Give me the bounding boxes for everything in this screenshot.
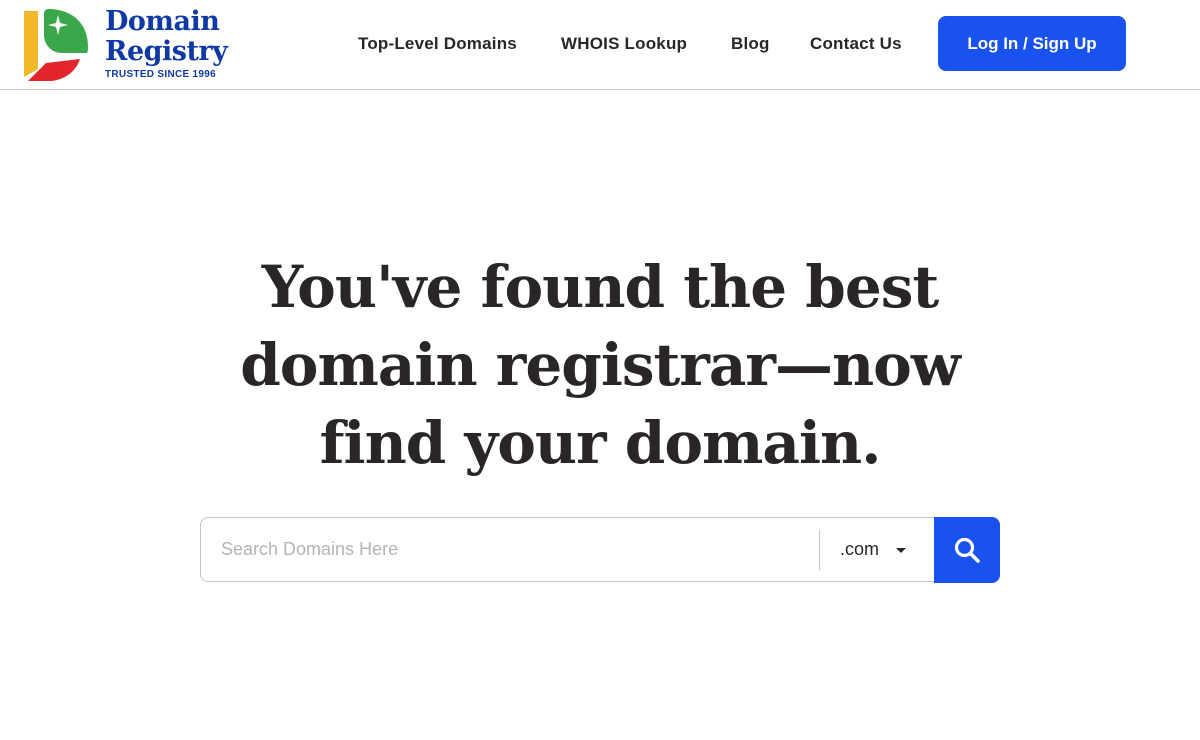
search-button[interactable] (934, 517, 1000, 583)
main-nav: Top-Level Domains WHOIS Lookup Blog Cont… (0, 0, 1200, 90)
hero-heading: You've found the best domain registrar—n… (150, 248, 1050, 482)
chevron-down-icon (896, 548, 906, 553)
nav-link-whois-lookup[interactable]: WHOIS Lookup (561, 34, 687, 54)
domain-search-input[interactable] (201, 518, 819, 581)
nav-link-blog[interactable]: Blog (731, 34, 770, 54)
nav-link-top-level-domains[interactable]: Top-Level Domains (358, 34, 517, 54)
tld-dropdown[interactable]: .com (820, 518, 934, 581)
hero-heading-line: domain registrar—now (240, 331, 961, 399)
login-signup-button[interactable]: Log In / Sign Up (938, 16, 1126, 71)
hero-heading-line: You've found the best (261, 253, 939, 321)
domain-search-bar: .com (200, 517, 1000, 583)
tld-selected-value: .com (840, 539, 880, 559)
nav-link-contact-us[interactable]: Contact Us (810, 34, 902, 54)
site-header: Domain Registry TRUSTED SINCE 1996 Top-L… (0, 0, 1200, 90)
search-icon (954, 537, 980, 563)
hero-heading-line: find your domain. (319, 409, 882, 477)
